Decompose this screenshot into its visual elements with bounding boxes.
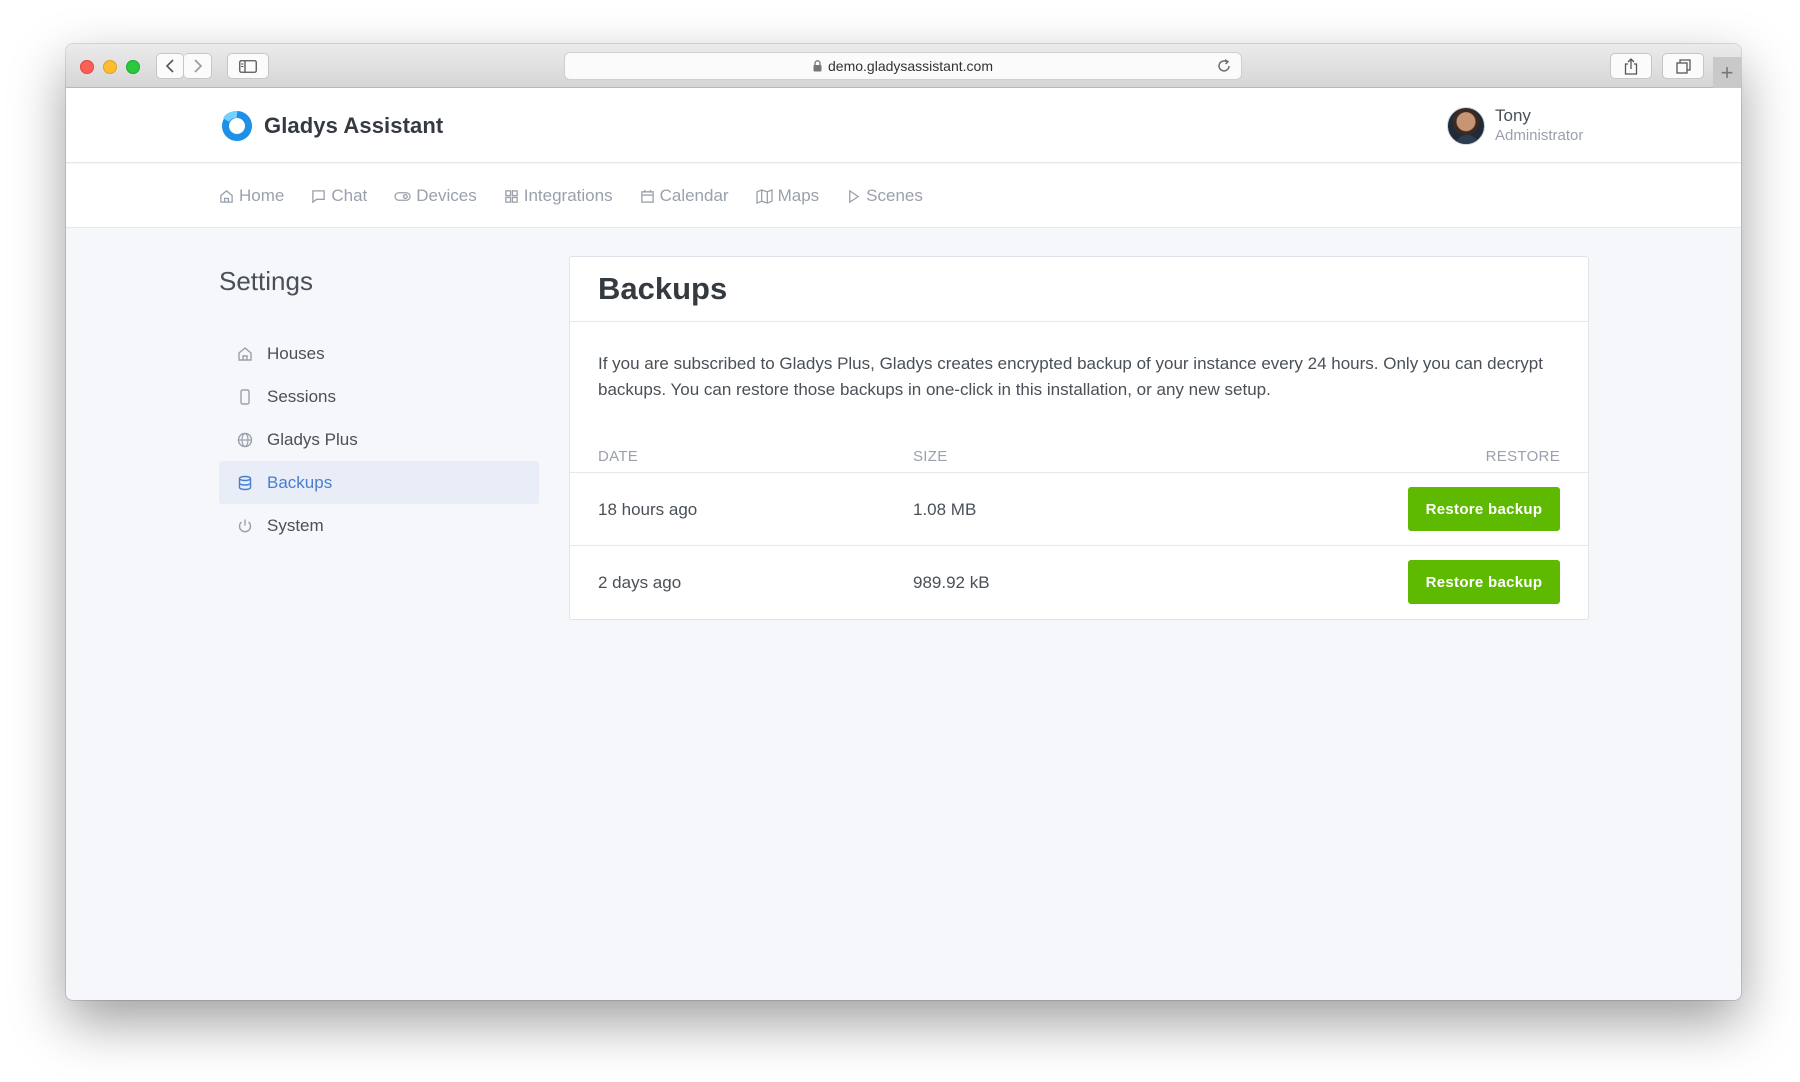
sidebar-item-label: Houses [267, 343, 325, 363]
backup-date: 2 days ago [598, 573, 682, 592]
play-icon [849, 189, 860, 203]
table-header: DATE SIZE RESTORE [570, 438, 1588, 473]
user-role: Administrator [1495, 127, 1584, 144]
sidebar-item-backups[interactable]: Backups [219, 461, 539, 504]
sidebar-item-sessions[interactable]: Sessions [219, 375, 539, 418]
database-icon [238, 475, 252, 490]
sidebar-item-system[interactable]: System [219, 504, 539, 547]
sidebar-icon [239, 59, 257, 73]
sidebar-toggle-button[interactable] [227, 53, 269, 79]
sidebar-item-label: System [267, 515, 324, 535]
backup-size: 989.92 kB [913, 573, 990, 592]
page-title: Backups [598, 271, 728, 306]
nav-item-home[interactable]: Home [219, 186, 284, 206]
phone-icon [240, 388, 250, 405]
zoom-window-button[interactable] [126, 60, 140, 74]
sidebar-item-houses[interactable]: Houses [219, 332, 539, 375]
tab-overview-button[interactable] [1662, 53, 1704, 79]
chevron-left-icon [165, 59, 174, 73]
nav-label: Maps [777, 186, 820, 205]
sidebar-item-label: Backups [267, 472, 333, 492]
plus-icon: + [1720, 59, 1734, 85]
backups-description: If you are subscribed to Gladys Plus, Gl… [598, 354, 1543, 399]
share-icon [1624, 57, 1638, 75]
user-name: Tony [1495, 106, 1531, 125]
browser-window: demo.gladysassistant.com + Gladys Assist… [66, 44, 1741, 1000]
back-button[interactable] [156, 53, 184, 79]
sidebar-item-label: Gladys Plus [267, 429, 358, 449]
nav-label: Calendar [659, 186, 729, 205]
app-header: Gladys Assistant Tony Administrator [66, 88, 1741, 163]
home-icon [220, 189, 233, 203]
user-menu[interactable]: Tony Administrator [1447, 106, 1583, 146]
backups-card: Backups If you are subscribed to Gladys … [569, 256, 1589, 620]
main-nav: Home Chat Devices Integrations Calendar … [66, 164, 1741, 228]
nav-label: Scenes [866, 186, 923, 205]
nav-item-chat[interactable]: Chat [311, 186, 367, 206]
chat-icon [312, 189, 326, 203]
card-header: Backups [570, 257, 1588, 322]
forward-button[interactable] [184, 53, 212, 79]
share-button[interactable] [1610, 53, 1652, 79]
settings-menu: Houses Sessions Gladys Plus Backups Syst… [219, 332, 539, 547]
restore-backup-button[interactable]: Restore backup [1408, 560, 1560, 604]
new-tab-button[interactable]: + [1713, 57, 1741, 88]
table-row: 18 hours ago 1.08 MB Restore backup [570, 473, 1588, 546]
calendar-icon [640, 189, 654, 203]
brand[interactable]: Gladys Assistant [221, 110, 443, 142]
tabs-icon [1675, 58, 1691, 74]
nav-item-calendar[interactable]: Calendar [640, 186, 729, 206]
devices-icon [394, 191, 411, 201]
column-header-restore: RESTORE [1485, 448, 1560, 465]
nav-label: Home [239, 186, 285, 205]
backup-size: 1.08 MB [913, 500, 977, 519]
nav-item-integrations[interactable]: Integrations [504, 186, 613, 206]
map-icon [755, 188, 773, 204]
brand-name: Gladys Assistant [264, 113, 444, 138]
sidebar-item-gladys-plus[interactable]: Gladys Plus [219, 418, 539, 461]
nav-item-scenes[interactable]: Scenes [846, 186, 923, 206]
table-row: 2 days ago 989.92 kB Restore backup [570, 546, 1588, 619]
nav-label: Chat [331, 186, 368, 205]
globe-icon [237, 432, 253, 447]
nav-label: Integrations [523, 186, 613, 205]
avatar [1447, 107, 1485, 145]
url-text: demo.gladysassistant.com [828, 58, 993, 74]
backup-date: 18 hours ago [598, 500, 698, 519]
power-icon [238, 519, 252, 532]
gladys-logo-icon [222, 110, 252, 141]
close-window-button[interactable] [80, 60, 94, 74]
browser-toolbar: demo.gladysassistant.com + [66, 44, 1741, 88]
column-header-date: DATE [598, 448, 639, 465]
settings-title: Settings [219, 266, 313, 296]
grid-icon [504, 189, 518, 203]
address-bar[interactable]: demo.gladysassistant.com [564, 52, 1242, 80]
restore-backup-button[interactable]: Restore backup [1408, 487, 1560, 531]
nav-item-maps[interactable]: Maps [755, 186, 820, 206]
nav-label: Devices [416, 186, 477, 205]
house-icon [238, 346, 252, 361]
reload-icon[interactable] [1217, 59, 1231, 73]
lock-icon [813, 60, 822, 72]
nav-item-devices[interactable]: Devices [394, 186, 477, 206]
sidebar-item-label: Sessions [267, 386, 336, 406]
chevron-right-icon [193, 59, 202, 73]
column-header-size: SIZE [913, 448, 948, 465]
minimize-window-button[interactable] [103, 60, 117, 74]
